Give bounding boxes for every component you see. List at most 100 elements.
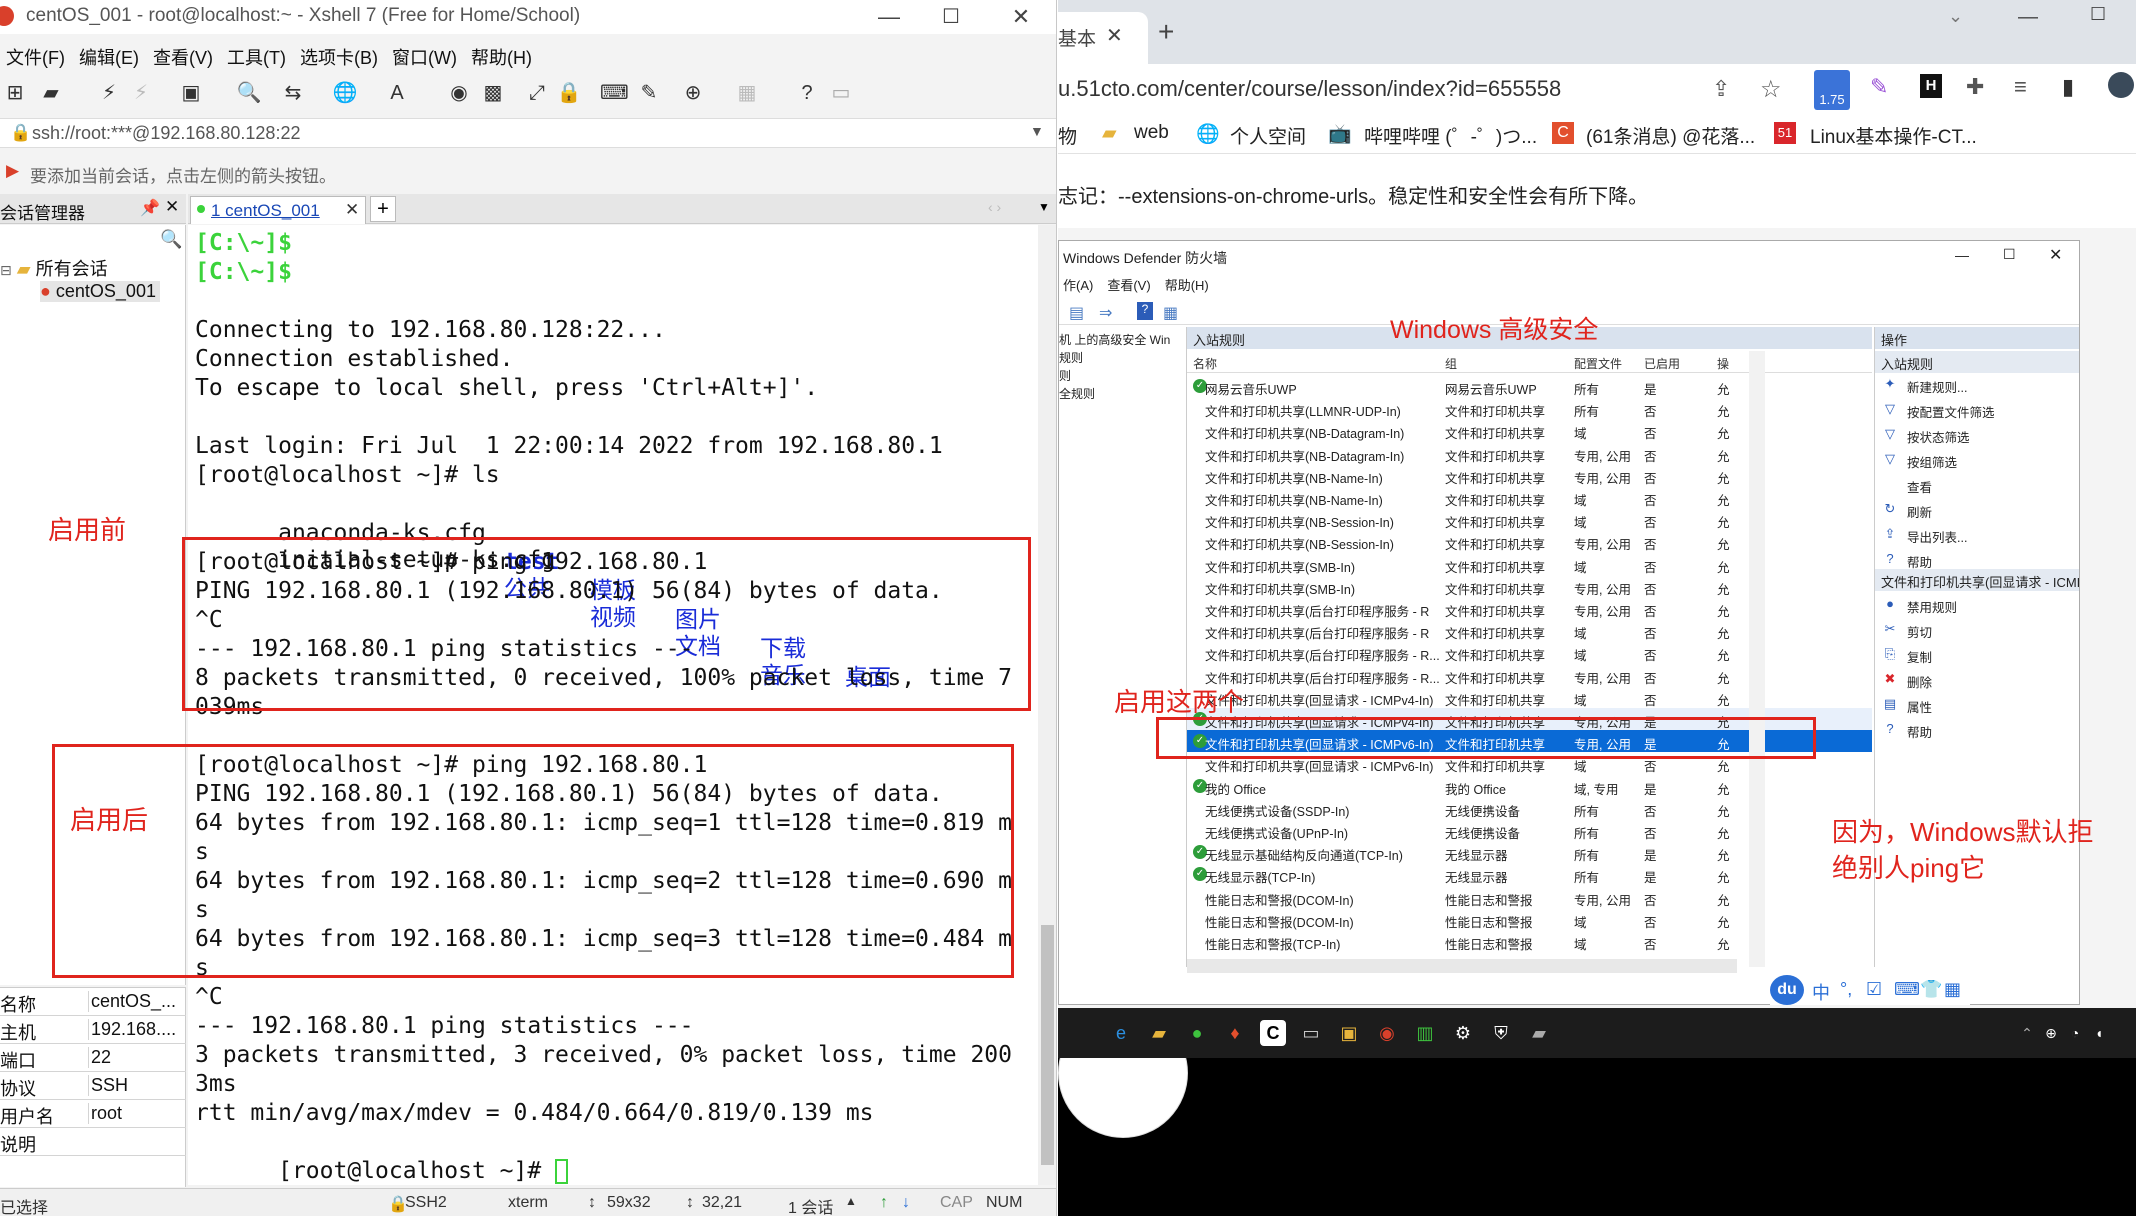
puzzle-icon[interactable]: ✚ <box>1966 74 1984 100</box>
bookmark-item[interactable]: web <box>1134 122 1169 144</box>
tree-item[interactable]: 规则 <box>1059 349 1083 366</box>
playlist-icon[interactable]: ≡ <box>2014 74 2027 100</box>
app-c-icon[interactable]: C <box>1260 1020 1286 1046</box>
action-item[interactable]: ● 禁用规则 <box>1875 593 2079 617</box>
address-bar[interactable]: 🔒 ssh://root:***@192.168.80.128:22 ▼ <box>0 118 1056 148</box>
ime-item[interactable]: 👕 <box>1920 979 1942 1000</box>
tree-item[interactable]: 机 上的高级安全 Win <box>1059 331 1170 348</box>
volume-icon[interactable]: ◖ <box>2086 1020 2112 1046</box>
status-sessions[interactable]: 1 会话 <box>788 1194 833 1216</box>
extension-h-icon[interactable]: H <box>1920 74 1942 98</box>
notes-icon[interactable]: ▣ <box>1336 1020 1362 1046</box>
rule-row[interactable]: 文件和打印机共享(NB-Datagram-In) 文件和打印机共享 专用, 公用否 允 <box>1187 442 1872 464</box>
rule-row[interactable]: 文件和打印机共享(NB-Session-In) 文件和打印机共享 专用, 公用否 允 <box>1187 530 1872 552</box>
panel-icon[interactable]: ▦ <box>1163 303 1178 323</box>
help-icon[interactable]: ? <box>1137 302 1153 320</box>
action-item[interactable]: ▽ 按状态筛选 <box>1875 423 2079 447</box>
col-enabled[interactable]: 已启用 <box>1644 355 1680 372</box>
bookmark-item[interactable]: 哔哩哔哩 (゜-゜)つ... <box>1364 122 1537 149</box>
tab-scroll-left-icon[interactable]: ‹ › <box>988 199 1001 215</box>
action-item[interactable]: ✦ 新建规则... <box>1875 373 2079 397</box>
rule-row[interactable]: 文件和打印机共享(SMB-In) 文件和打印机共享 专用, 公用否 允 <box>1187 575 1872 597</box>
transfer-icon[interactable]: ⇆ <box>280 80 306 106</box>
star-icon[interactable]: ☆ <box>1760 75 1782 104</box>
menu-tools[interactable]: 工具(T) <box>227 44 286 70</box>
add-icon[interactable]: ⊕ <box>680 80 706 106</box>
export-icon[interactable]: ⇒ <box>1099 303 1112 323</box>
rule-row[interactable]: 文件和打印机共享(NB-Name-In) 文件和打印机共享 专用, 公用否 允 <box>1187 464 1872 486</box>
maximize-button[interactable]: ☐ <box>924 2 978 32</box>
chevron-down-icon[interactable]: ▼ <box>1030 123 1044 139</box>
tree-item[interactable]: 全规则 <box>1059 385 1095 402</box>
action-item[interactable]: ⎘ 复制 <box>1875 643 2079 667</box>
rule-row[interactable]: 文件和打印机共享(回显请求 - ICMPv4-In) 文件和打印机共享域否允 <box>1187 686 1872 708</box>
app-green-icon[interactable]: ● <box>1184 1020 1210 1046</box>
xftp-icon[interactable]: ◉ <box>446 80 472 106</box>
menu-view[interactable]: 查看(V) <box>1107 275 1150 294</box>
share-icon[interactable]: ⇪ <box>1712 76 1730 102</box>
bookmark-item[interactable]: 个人空间 <box>1230 122 1306 149</box>
search-icon[interactable]: 🔍 <box>236 80 262 106</box>
rule-row[interactable]: 无线便携式设备(UPnP-In) 无线便携设备 所有 否 允 <box>1187 819 1872 841</box>
ime-item[interactable]: ⌨ <box>1894 979 1920 1000</box>
rule-row[interactable]: 性能日志和警报(DCOM-In) 性能日志和警报 域 否 允 <box>1187 908 1872 930</box>
speed-badge[interactable]: 1.75 <box>1814 70 1850 110</box>
ime-item[interactable]: ☑ <box>1866 979 1882 1000</box>
rule-row[interactable]: ✓ 无线显示基础结构反向通道(TCP-In) 无线显示器 所有是允 <box>1187 841 1872 863</box>
col-profile[interactable]: 配置文件 <box>1574 355 1622 372</box>
bookmark-item[interactable]: (61条消息) @花落... <box>1586 122 1755 149</box>
bookmark-item[interactable]: 物 <box>1058 122 1077 149</box>
xshell-icon[interactable]: ◉ <box>1374 1020 1400 1046</box>
sidebar-icon[interactable]: ▮ <box>2062 74 2074 100</box>
wifi-icon[interactable]: ◔ <box>2062 1020 2088 1046</box>
rule-row[interactable]: 文件和打印机共享(后台打印程序服务 - R... 文件和打印机共享 域 否 允 <box>1187 641 1872 663</box>
action-item[interactable]: ▤ 属性 <box>1875 693 2079 717</box>
menu-help[interactable]: 帮助(H) <box>1165 275 1209 294</box>
action-item[interactable]: ▽ 按组筛选 <box>1875 448 2079 472</box>
minimize-button[interactable]: — <box>2018 6 2038 29</box>
help-icon[interactable]: ? <box>794 80 820 106</box>
menu-edit[interactable]: 编辑(E) <box>79 44 139 70</box>
new-tab-button[interactable]: + <box>1158 16 1174 48</box>
tab-close-icon[interactable]: ✕ <box>1106 23 1123 48</box>
tab-centos-001[interactable]: 1 centOS_001 ✕ <box>190 196 366 224</box>
rule-row[interactable]: 文件和打印机共享(NB-Session-In) 文件和打印机共享 域 否 允 <box>1187 508 1872 530</box>
maximize-button[interactable]: ☐ <box>2090 4 2106 25</box>
pin-icon[interactable]: 📌 <box>140 198 160 218</box>
rule-row[interactable]: 性能日志和警报(DCOM-In) 性能日志和警报 专用, 公用否 允 <box>1187 886 1872 908</box>
view-icon[interactable]: ▤ <box>1069 303 1084 323</box>
close-icon[interactable]: ✕ <box>165 197 179 217</box>
disconnect-icon[interactable]: ⚡ <box>128 80 154 106</box>
chevron-up-icon[interactable]: ▲ <box>845 1194 857 1208</box>
action-item[interactable]: 查看 <box>1875 473 2079 497</box>
lock-icon[interactable]: 🔒 <box>556 80 582 106</box>
tray-icon[interactable]: ⊕ <box>2038 1020 2064 1046</box>
col-name[interactable]: 名称 <box>1193 355 1217 372</box>
rule-row[interactable]: ✓ 我的 Office 我的 Office 域, 专用是允 <box>1187 775 1872 797</box>
connect-icon[interactable]: ⚡ <box>96 80 122 106</box>
font-icon[interactable]: A <box>384 80 410 106</box>
action-item[interactable]: ⇪ 导出列表... <box>1875 523 2079 547</box>
menu-tabs[interactable]: 选项卡(B) <box>300 44 378 70</box>
menu-file[interactable]: 文件(F) <box>6 44 65 70</box>
layout-icon[interactable]: ▦ <box>734 80 760 106</box>
col-action[interactable]: 操 <box>1717 355 1729 372</box>
search-icon[interactable]: 🔍 <box>160 229 182 250</box>
scrollbar-thumb[interactable] <box>1041 925 1054 1165</box>
rule-row[interactable]: 文件和打印机共享(后台打印程序服务 - R... 文件和打印机共享 专用, 公用否允 <box>1187 664 1872 686</box>
script-icon[interactable]: ▩ <box>480 80 506 106</box>
browser-tab[interactable]: 基本 ✕ <box>1058 12 1148 64</box>
edge-icon[interactable]: e <box>1108 1020 1134 1046</box>
globe-icon[interactable]: 🌐 <box>332 80 358 106</box>
bookmark-icon[interactable]: ▶ <box>6 161 19 181</box>
rule-row[interactable]: 文件和打印机共享(后台打印程序服务 - R 文件和打印机共享 专用, 公用否 允 <box>1187 597 1872 619</box>
rule-row[interactable]: 文件和打印机共享(后台打印程序服务 - R 文件和打印机共享 域 否 允 <box>1187 619 1872 641</box>
bookmark-item[interactable]: Linux基本操作-CT... <box>1810 122 1977 149</box>
app-active-icon[interactable]: ▰ <box>1526 1020 1552 1046</box>
close-button[interactable]: ✕ <box>2049 245 2062 265</box>
tray-chevron-icon[interactable]: ⌃ <box>2014 1020 2040 1046</box>
col-group[interactable]: 组 <box>1445 355 1457 372</box>
keyboard-icon[interactable]: ⌨ <box>600 80 629 106</box>
rule-row[interactable]: ✓ 网易云音乐UWP 网易云音乐UWP 所有是允 <box>1187 375 1872 397</box>
chevron-down-icon[interactable]: ⌄ <box>1948 6 1963 27</box>
